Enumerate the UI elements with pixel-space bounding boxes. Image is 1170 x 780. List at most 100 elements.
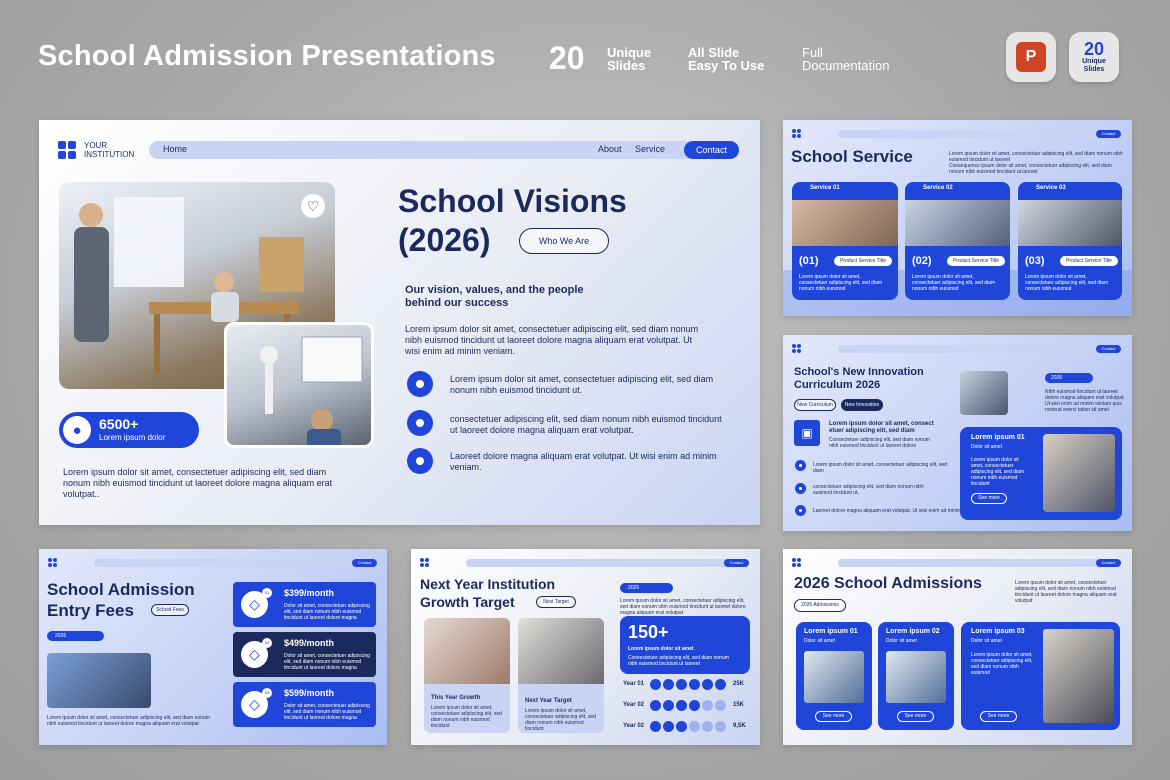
logo-icon [792, 344, 801, 353]
curriculum-card[interactable]: Lorem ipsum 01 Dolor sit amet Lorem ipsu… [960, 427, 1122, 520]
price-value: $599/month [284, 688, 335, 698]
briefcase-icon: ▣ [794, 420, 820, 446]
service-card-3[interactable]: Service 03 (03) Product Service Title Lo… [1018, 182, 1122, 300]
see-more-button[interactable]: See more [897, 711, 934, 722]
intro-paragraph: Lorem ipsum dolor sit amet, consectetuer… [405, 324, 745, 357]
page-title: School Admission Presentations [38, 40, 496, 72]
price-card-3[interactable]: ◇ 03 $599/month Dolor sit amet, consectetue… [233, 682, 376, 727]
service-number-1: (01) [799, 255, 819, 267]
admission-card-1[interactable]: Lorem ipsum 01 Dolor sit amet See more [796, 622, 872, 730]
service-photo-2 [905, 200, 1010, 246]
contact-button[interactable]: Contact [724, 559, 749, 567]
nav-bar: Contact [838, 559, 1121, 567]
growth-dot [650, 700, 661, 711]
content-heading: Lorem ipsum dolor sit amet, consect etue… [829, 421, 934, 435]
see-more-button[interactable]: See more [980, 711, 1017, 722]
logo-line-1: YOUR [84, 141, 108, 150]
footer-paragraph: Lorem ipsum dolor sit amet, consectetuer… [63, 467, 363, 500]
price-badge: 01 [262, 588, 272, 598]
contact-button[interactable]: Contact [1096, 130, 1121, 138]
nav-bar: Contact [466, 559, 749, 567]
nav-service[interactable]: Service [635, 144, 665, 154]
contact-button[interactable]: Contact [352, 559, 377, 567]
slide-school-admissions[interactable]: Contact 2026 School Admissions Lorem ips… [783, 549, 1132, 745]
nav-contact-button[interactable]: Contact [684, 141, 739, 159]
big-stat-label: Lorem ipsum dolor sit amet [628, 646, 694, 652]
slide-heading: School's New Innovation Curriculum 2026 [794, 366, 924, 392]
service-number-3: (03) [1025, 255, 1045, 267]
page-header: School Admission Presentations 20 Unique… [0, 0, 1170, 110]
price-text: Dolor sit amet, consectetuer adipiscing … [284, 603, 370, 621]
admissions-pill[interactable]: 2026 Admissions [794, 599, 846, 612]
nav-bar: Home About Service Contact [149, 141, 739, 159]
subtitle-line-2: behind our success [405, 297, 509, 309]
year-pill[interactable]: 2026 [1045, 373, 1093, 383]
bullet-3-line-2: veniam. [450, 462, 482, 472]
admission-photo [804, 651, 864, 703]
slide-growth-target[interactable]: Contact Next Year Institution Growth Tar… [411, 549, 760, 745]
institution-logo-icon [58, 141, 76, 159]
school-fees-pill[interactable]: School Fees [151, 604, 189, 616]
admission-card-2[interactable]: Lorem ipsum 02 Dolor sit amet See more [878, 622, 954, 730]
growth-dot [689, 679, 700, 690]
service-text-3: Lorem ipsum dolor sit amet, consectetuer… [1025, 274, 1109, 292]
service-card-2[interactable]: Service 02 (02) Product Service Title Lo… [905, 182, 1010, 300]
service-title-button-2[interactable]: Product Service Title [947, 256, 1005, 266]
nav-about[interactable]: About [598, 144, 622, 154]
content-heading-line-1: Lorem ipsum dolor sit amet, consect [829, 421, 934, 427]
growth-dot [676, 679, 687, 690]
service-tag-1: Service 01 [810, 185, 840, 191]
this-year-text: Lorem ipsum dolor sit amet, consectetuer… [431, 705, 502, 729]
new-curriculum-pill[interactable]: New Curriculum [794, 399, 836, 411]
slide-count-badge: 20 Unique Slides [1069, 32, 1119, 82]
footer-line-2: nonum nibh euismod tincidunt ut laoreet … [63, 478, 333, 488]
this-year-card[interactable]: This Year Growth Lorem ipsum dolor sit a… [424, 618, 510, 733]
new-innovation-pill[interactable]: New Innovation [841, 399, 883, 411]
growth-dot [663, 721, 674, 732]
year-pill[interactable]: 2026 [620, 583, 673, 593]
bullet-3-line-1: Laoreet dolore magna aliquam erat volutp… [450, 451, 717, 461]
contact-button[interactable]: Contact [1096, 559, 1121, 567]
list-bullet-3 [795, 505, 806, 516]
see-more-button[interactable]: See more [815, 711, 852, 722]
slide-entry-fees[interactable]: Contact School Admission Entry Fees Scho… [39, 549, 387, 745]
bullet-icon-3 [407, 448, 433, 474]
section-subtitle: Our vision, values, and the people behin… [405, 284, 584, 310]
heart-icon[interactable]: ♡ [301, 194, 325, 218]
contact-button[interactable]: Contact [1096, 345, 1121, 353]
price-badge: 02 [262, 638, 272, 648]
nav-bar: Contact [838, 130, 1121, 138]
nav-home[interactable]: Home [163, 144, 187, 154]
next-year-card[interactable]: Next Year Target Lorem ipsum dolor sit a… [518, 618, 604, 733]
who-we-are-button[interactable]: Who We Are [519, 228, 609, 254]
year-pill[interactable]: 2026 [47, 631, 104, 641]
heading-line-1: School Visions [398, 183, 627, 219]
price-badge: 03 [262, 688, 272, 698]
footer-line-3: volutpat.. [63, 489, 100, 499]
slide-heading: 2026 School Admissions [794, 575, 982, 592]
service-title-button-1[interactable]: Product Service Title [834, 256, 892, 266]
next-year-photo [518, 618, 604, 684]
this-year-title: This Year Growth [431, 695, 481, 701]
powerpoint-icon: P [1016, 42, 1046, 72]
service-photo-3 [1018, 200, 1122, 246]
service-title-button-3[interactable]: Product Service Title [1060, 256, 1118, 266]
big-stat-value: 150+ [628, 622, 669, 642]
next-target-pill[interactable]: Next Target [536, 596, 576, 608]
see-more-button[interactable]: See more [971, 493, 1007, 504]
growth-dot [689, 700, 700, 711]
slide-school-service[interactable]: Contact School Service Lorem ipsum dolor… [783, 120, 1132, 316]
service-card-1[interactable]: Service 01 (01) Product Service Title Lo… [792, 182, 898, 300]
slide-description: Lorem ipsum dolor sit amet, consectetuer… [1015, 580, 1117, 604]
logo-icon [792, 558, 801, 567]
growth-row-label: Year 02 [623, 723, 645, 729]
slide-innovation-curriculum[interactable]: Contact School's New Innovation Curricul… [783, 335, 1132, 531]
slide-school-visions[interactable]: YOUR INSTITUTION Home About Service Cont… [39, 120, 760, 525]
doc-line-2: Documentation [802, 58, 890, 73]
badge-sub-2: Slides [1083, 66, 1105, 73]
card-text: Lorem ipsum dolor sit amet, consectetuer… [971, 457, 1025, 487]
price-card-2[interactable]: ◇ 02 $499/month Dolor sit amet, consectetue… [233, 632, 376, 677]
slide-description: Lorem ipsum dolor sit amet, consectetuer… [949, 151, 1124, 175]
price-card-1[interactable]: ◇ 01 $399/month Dolor sit amet, consectetue… [233, 582, 376, 627]
admission-card-3[interactable]: Lorem ipsum 03 Dolor sit amet Lorem ipsum … [961, 622, 1120, 730]
